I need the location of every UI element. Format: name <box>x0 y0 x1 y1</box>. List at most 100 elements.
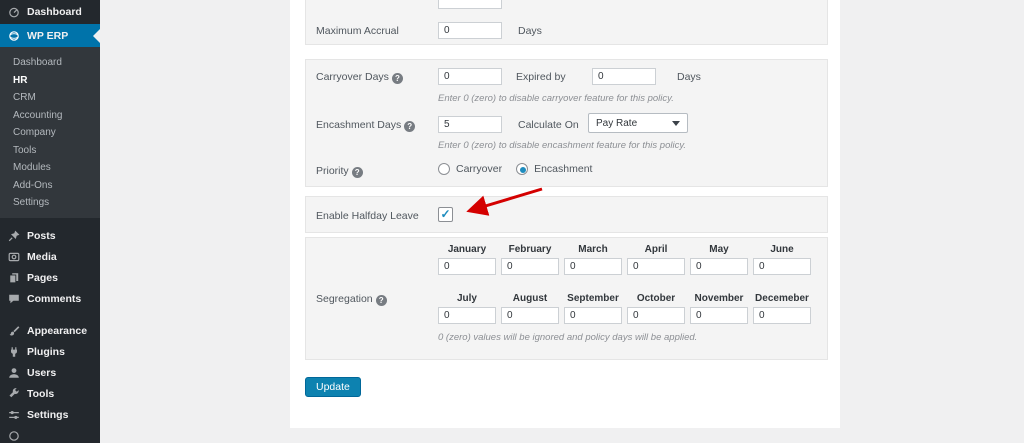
sidebar-item-comments[interactable]: Comments <box>0 289 100 310</box>
clipped-top-input[interactable] <box>438 0 502 9</box>
month-header: October <box>636 293 676 304</box>
sidebar-item-appearance[interactable]: Appearance <box>0 321 100 342</box>
calculate-on-select[interactable]: Pay Rate <box>588 113 688 133</box>
maximum-accrual-unit: Days <box>518 25 542 37</box>
expired-by-input[interactable] <box>592 68 656 85</box>
dashboard-icon <box>9 7 19 18</box>
annotation-arrow <box>466 187 543 216</box>
sidebar-item-label: Pages <box>27 272 58 284</box>
segregation-label: Segregation? <box>316 293 387 306</box>
section-carryover-encashment: Carryover Days? Expired by Days Enter 0 … <box>305 59 828 187</box>
encashment-days-input[interactable] <box>438 116 502 133</box>
sidebar-item-wp-erp[interactable]: WP ERP <box>0 24 100 47</box>
plug-icon <box>10 347 18 357</box>
radio-carryover[interactable] <box>438 163 450 175</box>
month-header: November <box>694 293 744 304</box>
sidebar-item-media[interactable]: Media <box>0 247 100 268</box>
wp-erp-icon <box>9 30 19 41</box>
month-input-june[interactable] <box>753 258 811 275</box>
month-input-december[interactable] <box>753 307 811 324</box>
month-input-november[interactable] <box>690 307 748 324</box>
submenu-item-add-ons[interactable]: Add-Ons <box>0 176 100 194</box>
user-icon <box>9 368 19 378</box>
current-menu-arrow <box>93 28 100 43</box>
sidebar-item-pages[interactable]: Pages <box>0 268 100 289</box>
carryover-help-text: Enter 0 (zero) to disable carryover feat… <box>438 93 674 104</box>
menu-separator <box>0 310 100 321</box>
month-header: September <box>567 293 619 304</box>
month-input-april[interactable] <box>627 258 685 275</box>
priority-label: Priority? <box>316 165 363 178</box>
sidebar-item-label: WP ERP <box>27 29 69 42</box>
calculate-on-label: Calculate On <box>518 119 579 131</box>
sidebar-item-label: Plugins <box>27 346 65 358</box>
submenu-item-dashboard[interactable]: Dashboard <box>0 53 100 71</box>
submenu-item-settings[interactable]: Settings <box>0 193 100 211</box>
sidebar-item-partial[interactable] <box>0 426 100 443</box>
halfday-leave-checkbox[interactable]: ✓ <box>438 207 453 222</box>
chevron-down-icon <box>672 120 680 126</box>
sidebar-item-label: Media <box>27 251 57 263</box>
maximum-accrual-input[interactable] <box>438 22 502 39</box>
comment-icon <box>9 294 19 304</box>
submenu-item-hr[interactable]: HR <box>0 71 100 89</box>
radio-encashment[interactable] <box>516 163 529 175</box>
help-icon[interactable]: ? <box>375 295 387 306</box>
submenu-item-crm[interactable]: CRM <box>0 88 100 106</box>
month-header: January <box>447 244 487 255</box>
section-segregation: Segregation? January February March Apri… <box>305 237 828 360</box>
circle-icon <box>9 431 19 441</box>
section-maximum-accrual: Maximum Accrual Days <box>305 0 828 45</box>
carryover-unit: Days <box>677 71 701 83</box>
submenu-item-accounting[interactable]: Accounting <box>0 106 100 124</box>
leave-policy-form-card: Maximum Accrual Days Carryover Days? Exp… <box>290 0 840 428</box>
pages-icon <box>9 273 19 284</box>
month-input-july[interactable] <box>438 307 496 324</box>
sidebar-item-label: Settings <box>27 409 69 421</box>
paintbrush-icon <box>9 326 20 336</box>
halfday-leave-label: Enable Halfday Leave <box>316 210 419 222</box>
sidebar-item-settings[interactable]: Settings <box>0 405 100 426</box>
month-input-august[interactable] <box>501 307 559 324</box>
month-header: April <box>644 244 668 255</box>
submenu-item-tools[interactable]: Tools <box>0 141 100 159</box>
priority-radio-group: Carryover Encashment <box>438 163 600 175</box>
sidebar-item-label: Comments <box>27 293 82 305</box>
expired-by-label: Expired by <box>516 71 566 83</box>
wrench-icon <box>9 388 19 398</box>
month-header: July <box>456 293 477 304</box>
sidebar-item-plugins[interactable]: Plugins <box>0 342 100 363</box>
month-header: March <box>578 244 608 255</box>
carryover-days-input[interactable] <box>438 68 502 85</box>
month-input-may[interactable] <box>690 258 748 275</box>
month-input-february[interactable] <box>501 258 559 275</box>
submenu-item-company[interactable]: Company <box>0 123 100 141</box>
help-icon[interactable]: ? <box>391 73 403 84</box>
wp-erp-submenu: Dashboard HR CRM Accounting Company Tool… <box>0 47 100 218</box>
help-icon[interactable]: ? <box>351 167 363 178</box>
update-button[interactable]: Update <box>305 377 361 397</box>
section-halfday-leave: Enable Halfday Leave ✓ <box>305 196 828 233</box>
sidebar-item-users[interactable]: Users <box>0 363 100 384</box>
radio-encashment-label: Encashment <box>534 163 593 175</box>
submenu-item-modules[interactable]: Modules <box>0 158 100 176</box>
sidebar-item-tools[interactable]: Tools <box>0 384 100 405</box>
month-header: June <box>770 244 794 255</box>
sidebar-item-label: Appearance <box>27 325 88 337</box>
month-input-october[interactable] <box>627 307 685 324</box>
month-input-september[interactable] <box>564 307 622 324</box>
sidebar-item-dashboard[interactable]: Dashboard <box>0 0 100 24</box>
month-input-march[interactable] <box>564 258 622 275</box>
month-header: May <box>709 244 729 255</box>
month-header: August <box>512 293 548 304</box>
select-value: Pay Rate <box>596 117 638 129</box>
month-input-january[interactable] <box>438 258 496 275</box>
help-icon[interactable]: ? <box>404 121 416 132</box>
media-icon <box>8 252 20 262</box>
segregation-help-text: 0 (zero) values will be ignored and poli… <box>438 332 698 343</box>
maximum-accrual-label: Maximum Accrual <box>316 25 399 37</box>
month-header: Decemeber <box>755 293 809 304</box>
sidebar-item-posts[interactable]: Posts <box>0 226 100 247</box>
radio-carryover-label: Carryover <box>456 163 503 175</box>
encashment-help-text: Enter 0 (zero) to disable encashment fea… <box>438 140 687 151</box>
